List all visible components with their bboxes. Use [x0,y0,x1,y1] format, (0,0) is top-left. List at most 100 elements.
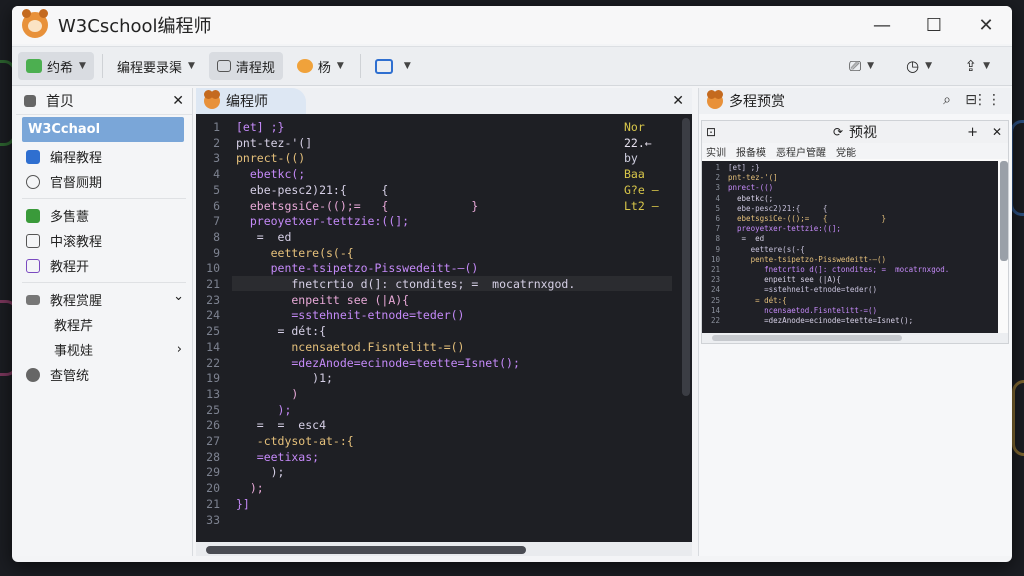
minimize-button[interactable]: — [856,6,908,44]
sidebar-item-label: 多售薏 [50,210,90,225]
refresh-icon[interactable]: ⟳ [833,125,843,139]
line-number: 1 [213,120,220,134]
preview-horizontal-scrollbar[interactable] [712,335,902,341]
code-line: )1; [236,371,333,386]
sidebar-item-w3cschool[interactable]: W3Cchaol [22,117,184,142]
sidebar-subitem-9[interactable]: 事枧娃 › [16,337,192,362]
code-line: ); [236,481,264,496]
tab-editor[interactable]: 编程师 ✕ [196,88,692,114]
share-button[interactable]: ⇪ ▼ [957,52,999,80]
sidebar-item-label: 官督厕期 [50,176,103,191]
line-number: 29 [206,465,220,480]
maximize-button[interactable]: ☐ [908,6,960,44]
sidebar-item-label: 中滚教程 [50,235,103,250]
line-number: 5 [213,182,220,197]
code-line: = = esc4 [236,418,327,433]
clock-icon [26,174,40,189]
preview-menu-item[interactable]: 报备模 [736,144,766,159]
search-icon[interactable]: ⌕ [943,92,951,108]
preview-vertical-scrollbar[interactable] [1000,161,1008,261]
code-line: ncensaetod.Fisntelitt-=() [236,339,465,354]
preview-line-number: 5 [715,203,720,213]
close-button[interactable]: ✕ [960,6,1012,44]
preview-line-number: 2 [715,173,720,183]
toolbar-button-4[interactable]: 杨 ▼ [289,52,352,80]
preview-menu-item[interactable]: 实训 [706,144,726,159]
tab-close-button[interactable]: ✕ [672,93,684,109]
code-line: ); [236,402,292,417]
code-line: ); [236,465,285,480]
toolbar-button-2[interactable]: 编程要录渠 ▼ [109,52,203,80]
code-annotation: Nor [624,120,645,134]
preview-window: ⊡ ⟳ 预视 + ✕ 实训 报备模 恶程户管醒 党能 1 [et] ;} 2 pnt-… [701,120,1009,344]
display-button[interactable]: ▼ [367,52,419,80]
tab-preview[interactable]: 多程预赏 ⌕ ⊟ ⋮⋮ [699,88,1011,114]
editor-footer [196,542,692,556]
sidebar-item-label: 事枧娃 [54,344,94,359]
preview-line-number: 7 [715,224,720,234]
line-number: 21 [206,277,220,291]
toolbar-button-2-label: 编程要录渠 [116,60,182,76]
chevron-right-icon: › [176,342,182,357]
code-line: preoyetxer-tettzie:((]; [236,214,410,229]
layers-icon [26,294,40,305]
sidebar-item-6[interactable]: 教程开 [16,253,192,278]
drag-handle-icon[interactable]: ⋮⋮ [973,92,1001,108]
sidebar-item-10[interactable]: 查管统 [16,362,192,387]
line-number: 33 [206,512,220,527]
toolbar-button-3[interactable]: 清程规 [208,52,283,80]
window-icon: ⊡ [706,125,717,139]
monitor-icon [374,58,393,74]
sidebar-item-label: 教程开 [50,260,90,275]
sidebar-item-5[interactable]: 中滚教程 [16,228,192,253]
line-number: 25 [206,324,220,339]
horizontal-scrollbar[interactable] [206,546,526,554]
preview-code-line: pente-tsipetzo-Pisswedeitt-—() [728,254,887,264]
preview-line-number: 9 [715,244,720,254]
vertical-scrollbar[interactable] [682,118,690,396]
code-line: =eetixas; [236,449,320,464]
history-button[interactable]: ◷ ▼ [898,52,940,80]
preview-scrollbar-track [702,333,1008,343]
preview-code-line: = ed [728,234,765,244]
device-icon: ⎚ [849,57,862,75]
sidebar-item-tutorials[interactable]: 编程教程 [16,144,192,169]
preview-menu-item[interactable]: 恶程户管醒 [776,144,826,159]
line-number: 20 [206,481,220,496]
code-line: pnt-tez-'(] [236,135,313,150]
chevron-down-icon: ▼ [79,61,86,71]
close-icon[interactable]: ✕ [992,125,1002,139]
code-annotation: 22.← [624,135,652,150]
line-number: 19 [206,371,220,386]
preview-line-number: 4 [715,193,720,203]
preview-code-line: fnetcrt​io d(]: ctondites; = mocatrnxgod… [728,265,950,274]
preview-code-line: =sstehneit-etnode=teder() [728,285,878,295]
user-icon [26,367,40,382]
line-number: 7 [213,214,220,229]
sidebar-item-3[interactable]: 官督厕期 [16,169,192,194]
code-line: fnetcrt​io d(]: ctondites; = mocatrnxgod… [236,277,576,291]
sidebar-group-7[interactable]: 教程赏腥 ⌄ [16,287,192,312]
device-button[interactable]: ⎚ ▼ [841,52,882,80]
code-line: eettere(s(-{ [236,245,354,260]
code-area[interactable]: 1 [et] ;} 2 pnt-tez-'(] 3 pnrect-(() 4 ebetkc(… [196,116,680,540]
preview-panel: 多程预赏 ⌕ ⊟ ⋮⋮ ⊡ ⟳ 预视 + ✕ 实训 报备模 恶程户管醒 党能 1… [698,88,1011,556]
code-editor[interactable]: 编程师 ✕ 1 [et] ;} 2 pnt-tez-'(] 3 pnrect-(() 4 e… [196,88,692,556]
chevron-down-icon: ▼ [336,61,344,71]
bg-decoration [1010,120,1024,216]
sidebar-subitem-8[interactable]: 教程芹 [16,312,192,337]
chevron-down-icon: ▼ [925,61,932,71]
preview-code-line: enpeitt see (|A){ [728,275,841,285]
preview-code-line: ebe-pesc2)21:{ { [728,203,828,213]
line-number: 3 [213,151,220,166]
add-icon[interactable]: + [967,125,978,140]
preview-menu-item[interactable]: 党能 [836,144,856,159]
sidebar-item-4[interactable]: 多售薏 [16,203,192,228]
preview-code-line: = dét:{ [728,295,787,305]
sidebar-close-button[interactable]: ✕ [172,93,184,109]
sidebar: 首贝 ✕ W3Cchaol 编程教程 官督厕期 多售薏 中滚教程 教程开 教程赏… [16,88,193,556]
code-line: [et] ;} [236,120,285,134]
preview-line-number: 8 [715,234,720,244]
toolbar-button-1[interactable]: 约希 ▼ [18,52,94,80]
line-number: 6 [213,198,220,213]
